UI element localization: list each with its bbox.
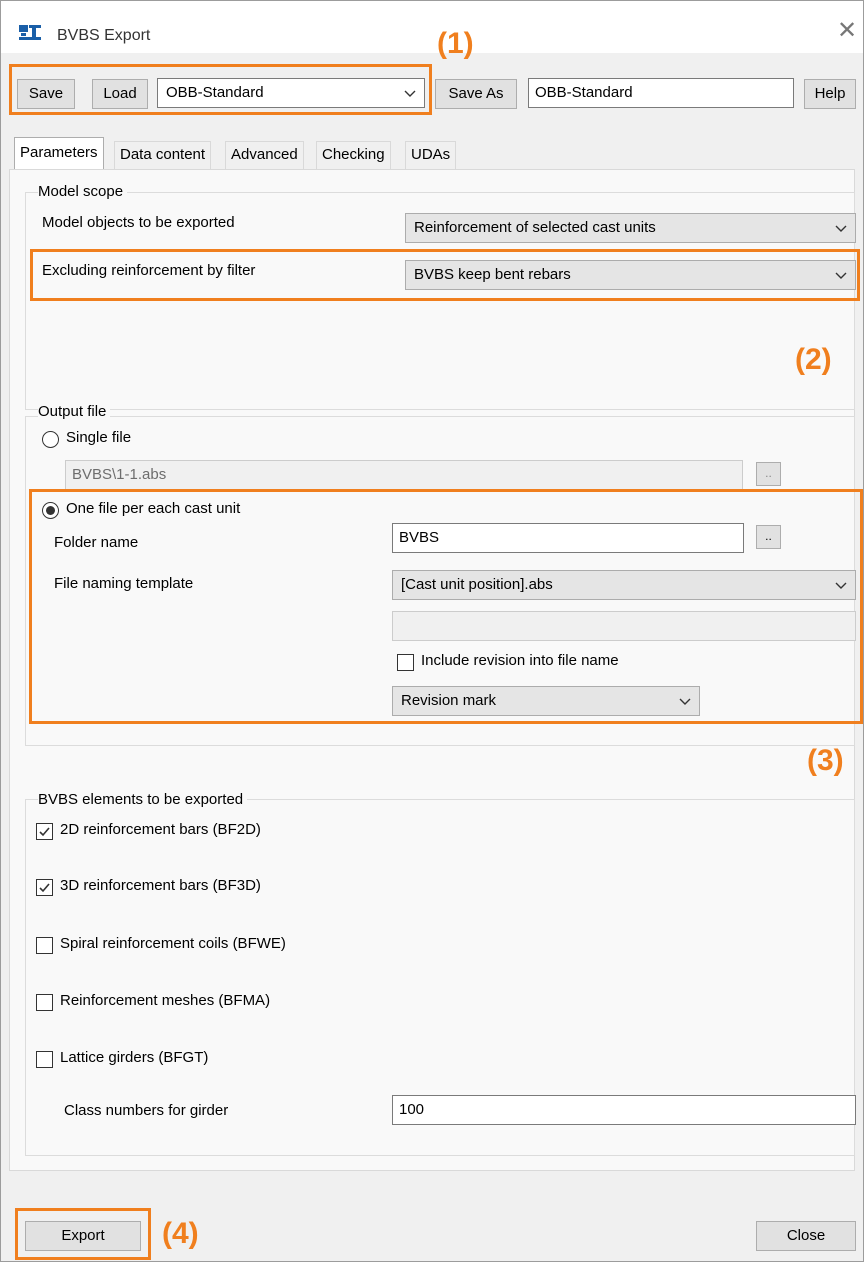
single-file-path-input[interactable]: BVBS\1-1.abs — [65, 460, 743, 490]
bfma-checkbox[interactable] — [36, 994, 53, 1011]
single-file-browse-button[interactable]: .. — [756, 462, 781, 486]
title-bar: BVBS Export ✕ — [1, 1, 863, 53]
class-numbers-input[interactable]: 100 — [392, 1095, 856, 1125]
bf3d-label: 3D reinforcement bars (BF3D) — [60, 877, 261, 894]
single-file-label: Single file — [66, 429, 132, 446]
highlight-box-1 — [9, 64, 432, 115]
tab-data-content[interactable]: Data content — [114, 141, 212, 169]
highlight-box-4 — [15, 1208, 151, 1260]
callout-2: (2) — [795, 343, 832, 376]
checkmark-icon — [39, 883, 50, 893]
chevron-down-icon — [835, 214, 847, 233]
callout-4: (4) — [162, 1217, 199, 1250]
save-as-name-input[interactable]: OBB-Standard — [528, 78, 794, 108]
bf3d-checkbox[interactable] — [36, 879, 53, 896]
bfma-label: Reinforcement meshes (BFMA) — [60, 992, 271, 1009]
model-objects-select[interactable]: Reinforcement of selected cast units — [405, 213, 856, 243]
app-logo-icon — [19, 25, 41, 40]
bfwe-checkbox[interactable] — [36, 937, 53, 954]
save-as-button[interactable]: Save As — [435, 79, 517, 109]
highlight-box-2 — [30, 249, 860, 301]
bvbs-elements-group-label: BVBS elements to be exported — [38, 791, 248, 808]
highlight-box-3 — [29, 489, 863, 724]
tab-udas[interactable]: UDAs — [405, 141, 457, 169]
window-title: BVBS Export — [57, 27, 151, 44]
tab-advanced[interactable]: Advanced — [225, 141, 304, 169]
bf2d-label: 2D reinforcement bars (BF2D) — [60, 821, 261, 838]
bvbs-export-dialog: BVBS Export ✕ Save Load OBB-Standard Sav… — [0, 0, 864, 1262]
class-numbers-label: Class numbers for girder — [64, 1102, 229, 1119]
close-icon[interactable]: ✕ — [837, 19, 857, 43]
close-button[interactable]: Close — [756, 1221, 856, 1251]
output-file-group-label: Output file — [38, 403, 111, 420]
tab-parameters[interactable]: Parameters — [14, 137, 104, 171]
bf2d-checkbox[interactable] — [36, 823, 53, 840]
checkmark-icon — [39, 827, 50, 837]
bfgt-checkbox[interactable] — [36, 1051, 53, 1068]
callout-3: (3) — [807, 744, 844, 777]
model-objects-select-value: Reinforcement of selected cast units — [414, 219, 656, 236]
model-scope-group-label: Model scope — [38, 183, 128, 200]
bfgt-label: Lattice girders (BFGT) — [60, 1049, 209, 1066]
single-file-radio[interactable] — [42, 431, 59, 448]
callout-1: (1) — [437, 27, 474, 60]
tab-checking[interactable]: Checking — [316, 141, 391, 169]
model-objects-label: Model objects to be exported — [42, 214, 235, 231]
bfwe-label: Spiral reinforcement coils (BFWE) — [60, 935, 286, 952]
help-button[interactable]: Help — [804, 79, 856, 109]
